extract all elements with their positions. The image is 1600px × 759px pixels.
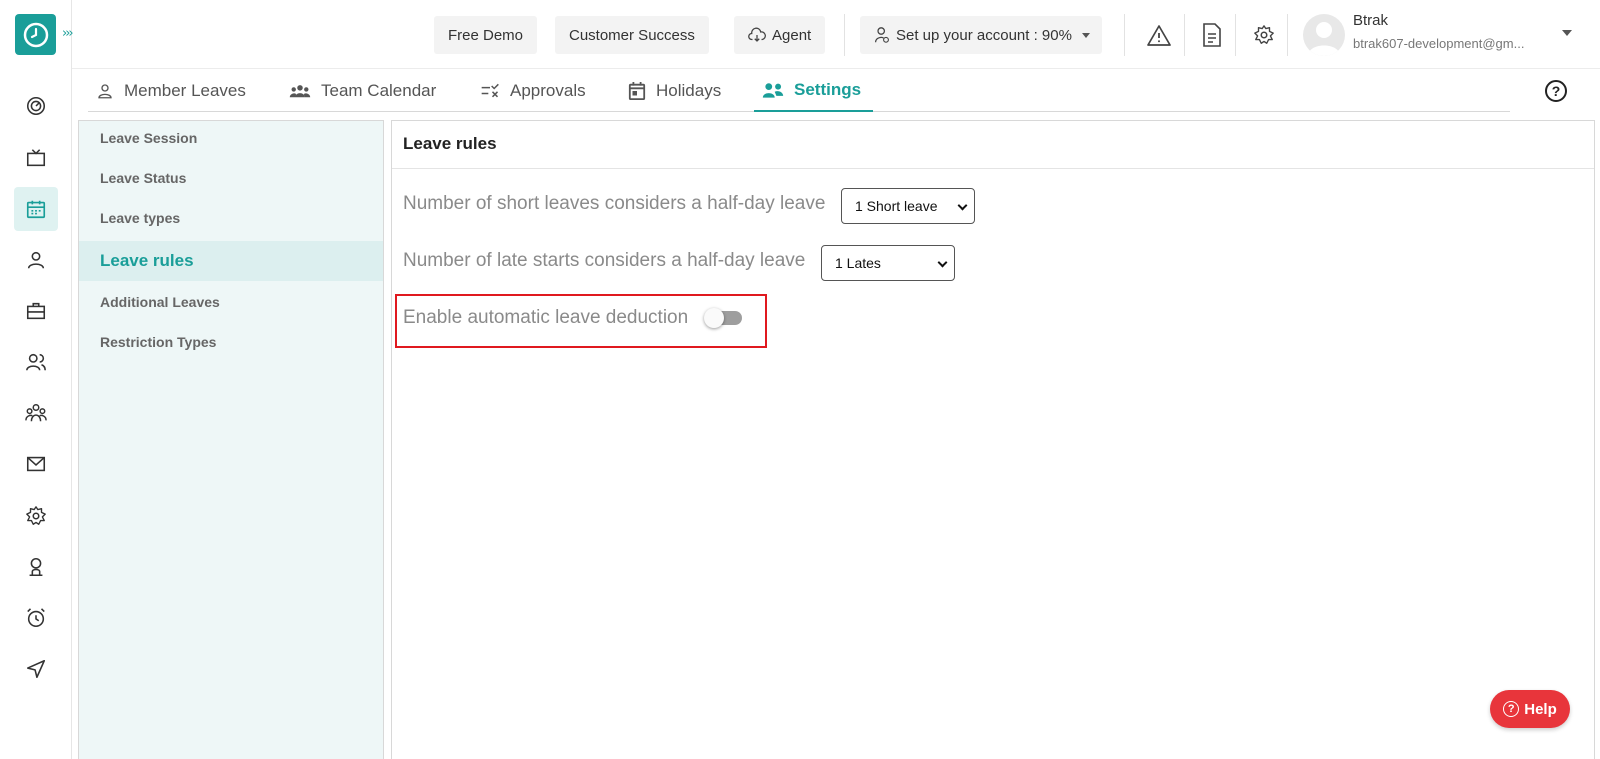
agent-button[interactable]: Agent [734,16,826,54]
auto-deduction-label: Enable automatic leave deduction [403,307,689,328]
expand-rail-icon[interactable]: ››› [62,26,74,41]
user-email: btrak607-development@gm... [1353,36,1525,51]
sidemenu-item-label: Restriction Types [100,334,217,350]
divider [1184,14,1185,56]
toggle-knob [704,308,724,328]
setup-account-button[interactable]: Set up your account : 90% [860,16,1102,54]
top-bar: Free Demo Customer Success Agent Set up … [72,0,1600,69]
short-leaves-value: 1 Short leave [855,198,938,214]
calendar-icon [628,82,646,100]
panel-title: Leave rules [403,134,497,153]
sidemenu-item-label: Additional Leaves [100,294,220,310]
rail-briefcase-icon[interactable] [14,289,58,333]
warning-icon[interactable] [1146,22,1172,48]
question-circle-icon: ? [1503,701,1520,717]
sidemenu-item-leave-rules[interactable]: Leave rules [79,241,383,281]
tab-team-calendar[interactable]: Team Calendar [289,70,436,112]
sidemenu-item-leave-session[interactable]: Leave Session [79,118,383,158]
divider [844,14,845,56]
rail-calendar-icon[interactable] [14,187,58,231]
app-logo[interactable] [15,14,56,55]
setup-account-label: Set up your account : 90% [896,26,1072,44]
rail-user-icon[interactable] [14,238,58,282]
tab-settings[interactable]: Settings [754,70,874,112]
divider [1235,14,1236,56]
free-demo-button[interactable]: Free Demo [434,16,538,54]
avatar[interactable] [1303,14,1345,56]
user-settings-icon [874,27,889,43]
tab-bar: Member Leaves Team Calendar Approvals Ho… [88,70,1510,112]
divider [392,168,1594,169]
tab-approvals[interactable]: Approvals [480,70,586,112]
rail-alarm-icon[interactable] [14,596,58,640]
rail-dashboard-icon[interactable] [14,84,58,128]
tab-holidays[interactable]: Holidays [628,70,721,112]
chevron-down-icon [937,257,948,268]
rail-settings-icon[interactable] [14,494,58,538]
cloud-download-icon [748,27,766,42]
caret-down-icon [1081,33,1090,38]
agent-label: Agent [772,26,812,44]
sidemenu-item-additional-leaves[interactable]: Additional Leaves [79,282,383,322]
user-menu-caret-icon[interactable] [1562,30,1572,36]
sidemenu-item-label: Leave types [100,210,181,226]
rail-tv-icon[interactable] [14,136,58,180]
tab-label: Team Calendar [321,81,437,100]
settings-side-menu: Leave Session Leave Status Leave types L… [78,120,384,759]
sidemenu-item-restriction-types[interactable]: Restriction Types [79,322,383,362]
late-starts-select[interactable]: 1 Lates [821,245,955,281]
late-starts-value: 1 Lates [835,255,881,271]
sidemenu-item-label: Leave rules [100,251,194,270]
clock-logo-icon [23,22,48,47]
rail-team-icon[interactable] [14,391,58,435]
user-name: Btrak [1353,12,1389,29]
short-leaves-select[interactable]: 1 Short leave [841,188,975,224]
rail-badge-icon[interactable] [14,545,58,589]
tab-member-leaves[interactable]: Member Leaves [96,70,246,112]
help-question-icon[interactable]: ? [1545,80,1567,102]
sidemenu-item-label: Leave Status [100,170,187,186]
document-icon[interactable] [1199,22,1225,48]
default-avatar-icon [1308,22,1340,56]
customer-success-button[interactable]: Customer Success [555,16,709,54]
left-rail: ››› [0,0,74,759]
divider [1287,14,1288,56]
rail-users-icon[interactable] [14,340,58,384]
help-button[interactable]: ? Help [1490,690,1570,728]
team-icon [289,85,311,98]
leave-rules-panel: Leave rules Number of short leaves consi… [391,120,1595,759]
short-leaves-label: Number of short leaves considers a half-… [403,193,826,214]
tab-label: Holidays [656,81,722,100]
free-demo-label: Free Demo [448,26,524,44]
gear-icon[interactable] [1251,22,1277,48]
tab-label: Settings [794,80,862,99]
person-icon [98,84,112,99]
help-label: Help [1524,700,1557,718]
settings-people-icon [762,83,784,98]
divider [1124,14,1125,56]
chevron-down-icon [957,200,968,211]
customer-success-label: Customer Success [569,26,695,44]
tab-label: Member Leaves [124,81,246,100]
sidemenu-item-label: Leave Session [100,130,198,146]
rail-mail-icon[interactable] [14,442,58,486]
sidemenu-item-leave-status[interactable]: Leave Status [79,158,383,198]
auto-deduction-toggle[interactable] [704,308,742,328]
tab-label: Approvals [510,81,586,100]
sidemenu-item-leave-types[interactable]: Leave types [79,198,383,238]
late-starts-label: Number of late starts considers a half-d… [403,250,806,271]
rail-send-icon[interactable] [14,647,58,691]
approvals-icon [481,83,499,98]
